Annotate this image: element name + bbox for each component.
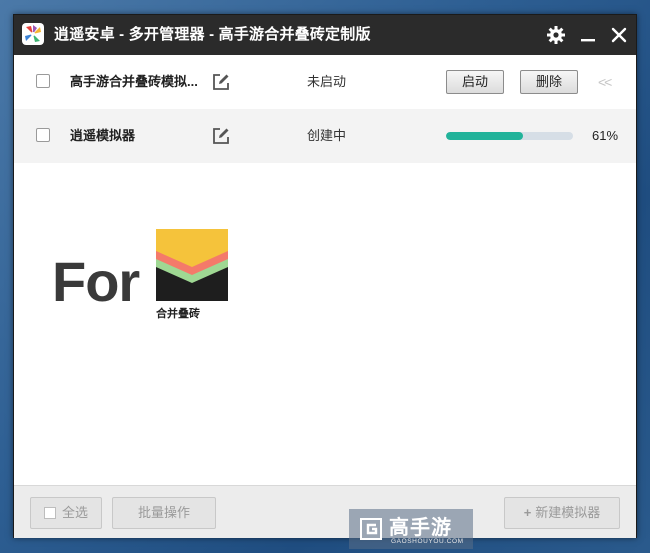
- game-name: 合并叠砖: [156, 308, 200, 320]
- watermark-domain: GAOSHOUYOU.COM: [391, 538, 464, 545]
- window-title: 逍遥安卓 - 多开管理器 - 高手游合并叠砖定制版: [54, 26, 371, 43]
- watermark-brand: 高手游: [389, 517, 452, 539]
- select-all-box: [43, 507, 56, 519]
- progress-fill: [446, 132, 524, 140]
- watermark-logo-icon: [360, 518, 382, 540]
- new-emulator-label: 新建模拟器: [535, 505, 601, 520]
- progress-percent: 61%: [592, 128, 619, 143]
- instance-name: 逍遥模拟器: [70, 128, 136, 143]
- game-icon: [156, 229, 228, 301]
- promo-for-text: For: [52, 250, 140, 313]
- watermark: 高手游 GAOSHOUYOU.COM: [349, 509, 473, 549]
- app-logo-icon: [22, 23, 44, 45]
- new-emulator-button[interactable]: + 新建模拟器: [504, 497, 620, 529]
- multi-instance-manager-window: 逍遥安卓 - 多开管理器 - 高手游合并叠砖定制版 高手游合并叠砖模拟... 未…: [13, 14, 637, 538]
- instance-status: 创建中: [307, 128, 347, 143]
- instance-row: 高手游合并叠砖模拟... 未启动 启动 删除 <<: [14, 55, 636, 109]
- instance-checkbox[interactable]: [36, 128, 50, 142]
- batch-operation-button[interactable]: 批量操作: [112, 497, 216, 529]
- creation-progress-bar: [446, 132, 573, 140]
- titlebar: 逍遥安卓 - 多开管理器 - 高手游合并叠砖定制版: [14, 15, 636, 55]
- instance-checkbox[interactable]: [36, 74, 50, 88]
- expand-more-button[interactable]: <<: [598, 55, 612, 109]
- instance-name: 高手游合并叠砖模拟...: [70, 74, 198, 89]
- delete-button[interactable]: 删除: [520, 70, 578, 94]
- minimize-icon[interactable]: [578, 25, 598, 45]
- start-button[interactable]: 启动: [446, 70, 504, 94]
- edit-icon[interactable]: [211, 126, 231, 146]
- edit-icon[interactable]: [211, 72, 231, 92]
- instance-status: 未启动: [307, 74, 347, 89]
- close-icon[interactable]: [609, 25, 629, 45]
- gear-icon[interactable]: [546, 25, 566, 45]
- plus-icon: +: [523, 505, 532, 520]
- footer-toolbar: 全选 批量操作 + 新建模拟器: [14, 485, 636, 538]
- instance-row: 逍遥模拟器 创建中 61%: [14, 109, 636, 163]
- select-all-label: 全选: [61, 505, 88, 520]
- select-all-checkbox[interactable]: 全选: [30, 497, 102, 529]
